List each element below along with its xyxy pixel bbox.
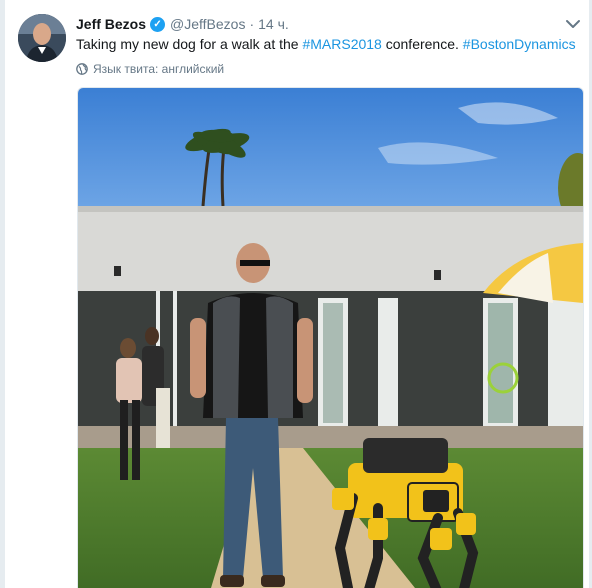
tweet-text-part: Taking my new dog for a walk at the <box>76 36 303 52</box>
tweet-text-part: conference. <box>381 36 463 52</box>
display-name[interactable]: Jeff Bezos <box>76 16 146 32</box>
tweet-text: Taking my new dog for a walk at the #MAR… <box>76 34 579 54</box>
separator-dot: · <box>249 16 255 32</box>
avatar[interactable] <box>18 14 66 62</box>
photo-image <box>78 88 583 588</box>
tweet-photo[interactable] <box>77 87 584 588</box>
hashtag-link-bostondynamics[interactable]: #BostonDynamics <box>463 36 576 52</box>
timestamp[interactable]: 14 ч. <box>258 16 289 32</box>
globe-icon <box>76 63 88 75</box>
chevron-down-icon[interactable] <box>565 16 581 32</box>
tweet-header: Jeff Bezos ✓ @JeffBezos · 14 ч. <box>76 14 579 34</box>
user-handle[interactable]: @JeffBezos <box>170 16 245 32</box>
avatar-image <box>18 14 66 62</box>
tweet-language-note: Язык твита: английский <box>76 61 224 77</box>
hashtag-link-mars2018[interactable]: #MARS2018 <box>302 36 381 52</box>
tweet-card[interactable]: Jeff Bezos ✓ @JeffBezos · 14 ч. Taking m… <box>4 0 590 588</box>
verified-badge-icon: ✓ <box>150 16 166 32</box>
language-label: Язык твита: английский <box>93 62 225 76</box>
